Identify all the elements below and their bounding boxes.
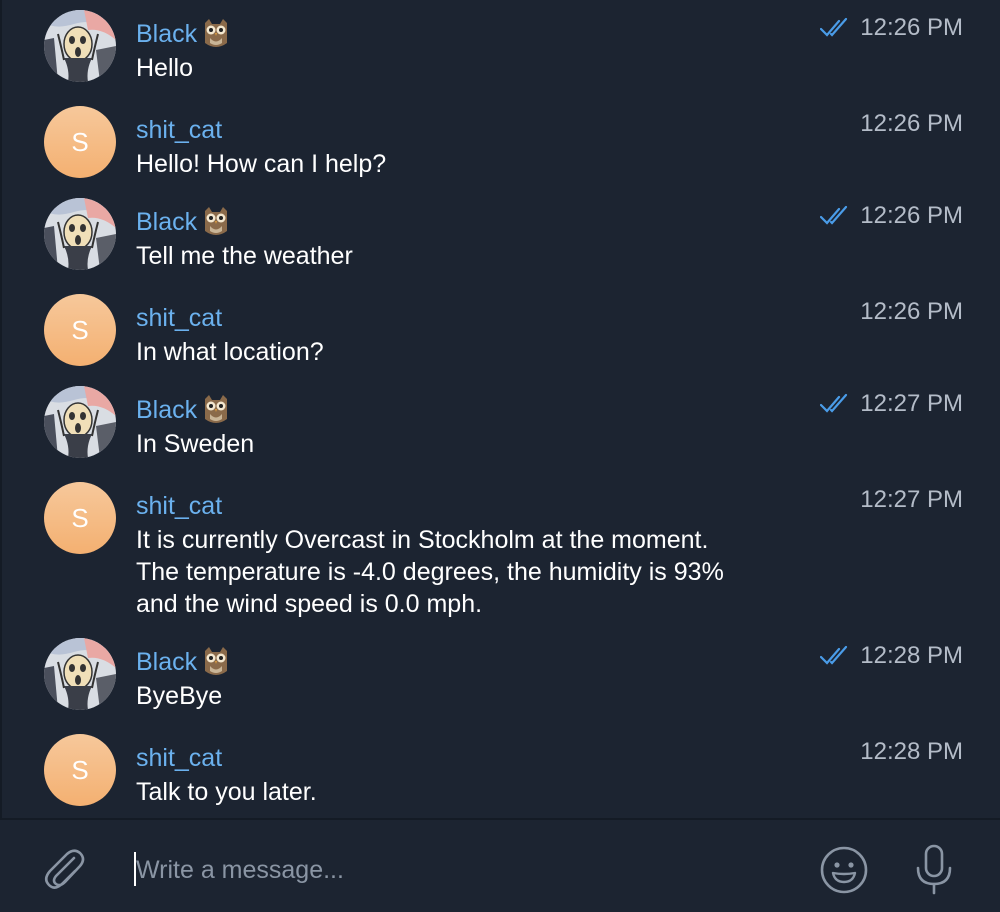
message-text: Hello bbox=[136, 54, 193, 82]
message-time: 12:26 PM bbox=[860, 14, 963, 41]
message-list: Black Hello 12:26 PM S shit_cat Hello! H… bbox=[0, 0, 1000, 818]
microphone-icon[interactable] bbox=[910, 842, 958, 896]
double-check-icon bbox=[820, 205, 848, 225]
sender-name[interactable]: shit_cat bbox=[136, 301, 222, 335]
message-time: 12:26 PM bbox=[860, 202, 963, 229]
message-time: 12:27 PM bbox=[860, 486, 963, 513]
owl-icon bbox=[205, 19, 228, 47]
message-text-line: and the wind speed is 0.0 mph. bbox=[136, 590, 483, 618]
sender-name[interactable]: Black bbox=[136, 17, 197, 51]
message[interactable]: Black ByeBye 12:28 PM bbox=[0, 630, 1000, 724]
double-check-icon bbox=[820, 17, 848, 37]
message-text: Tell me the weather bbox=[136, 242, 353, 270]
message[interactable]: S shit_cat Talk to you later. 12:28 PM bbox=[0, 726, 1000, 818]
avatar[interactable]: S bbox=[44, 106, 116, 178]
scream-painting-avatar-icon bbox=[44, 386, 116, 458]
message-time: 12:28 PM bbox=[860, 738, 963, 765]
avatar[interactable] bbox=[44, 386, 116, 458]
chat-window: Black Hello 12:26 PM S shit_cat Hello! H… bbox=[0, 0, 1000, 912]
message[interactable]: S shit_cat In what location? 12:26 PM bbox=[0, 286, 1000, 380]
message-text: In Sweden bbox=[136, 430, 255, 458]
message-text-line: It is currently Overcast in Stockholm at… bbox=[136, 526, 709, 554]
owl-icon bbox=[205, 395, 228, 423]
double-check-icon bbox=[820, 393, 848, 413]
message-text: It is currently Overcast in Stockholm at… bbox=[136, 524, 806, 620]
owl-icon bbox=[205, 647, 228, 675]
paperclip-icon[interactable] bbox=[40, 844, 88, 892]
message[interactable]: Black Tell me the weather 12:26 PM bbox=[0, 190, 1000, 284]
message-text: ByeBye bbox=[136, 682, 223, 710]
message[interactable]: Black In Sweden 12:27 PM bbox=[0, 378, 1000, 472]
message-text: In what location? bbox=[136, 338, 324, 366]
message-time: 12:27 PM bbox=[860, 390, 963, 417]
sender-name[interactable]: Black bbox=[136, 645, 197, 679]
message-time: 12:26 PM bbox=[860, 110, 963, 137]
sender-name[interactable]: Black bbox=[136, 393, 197, 427]
sender-name[interactable]: Black bbox=[136, 205, 197, 239]
scream-painting-avatar-icon bbox=[44, 198, 116, 270]
smiley-icon[interactable] bbox=[818, 844, 870, 896]
message-text: Hello! How can I help? bbox=[136, 150, 387, 178]
scream-painting-avatar-icon bbox=[44, 638, 116, 710]
avatar[interactable] bbox=[44, 10, 116, 82]
avatar[interactable]: S bbox=[44, 294, 116, 366]
avatar[interactable]: S bbox=[44, 482, 116, 554]
message-time: 12:28 PM bbox=[860, 642, 963, 669]
scream-painting-avatar-icon bbox=[44, 10, 116, 82]
sender-name[interactable]: shit_cat bbox=[136, 741, 222, 775]
message[interactable]: S shit_cat It is currently Overcast in S… bbox=[0, 474, 1000, 624]
avatar[interactable]: S bbox=[44, 734, 116, 806]
message-input[interactable] bbox=[134, 848, 776, 892]
message-time: 12:26 PM bbox=[860, 298, 963, 325]
avatar[interactable] bbox=[44, 198, 116, 270]
message-composer bbox=[0, 818, 1000, 912]
double-check-icon bbox=[820, 645, 848, 665]
sender-name[interactable]: shit_cat bbox=[136, 113, 222, 147]
message[interactable]: S shit_cat Hello! How can I help? 12:26 … bbox=[0, 98, 1000, 192]
owl-icon bbox=[205, 207, 228, 235]
message-text-line: The temperature is -4.0 degrees, the hum… bbox=[136, 558, 724, 586]
sender-name[interactable]: shit_cat bbox=[136, 489, 222, 523]
message-text: Talk to you later. bbox=[136, 778, 317, 806]
message[interactable]: Black Hello 12:26 PM bbox=[0, 2, 1000, 96]
avatar[interactable] bbox=[44, 638, 116, 710]
